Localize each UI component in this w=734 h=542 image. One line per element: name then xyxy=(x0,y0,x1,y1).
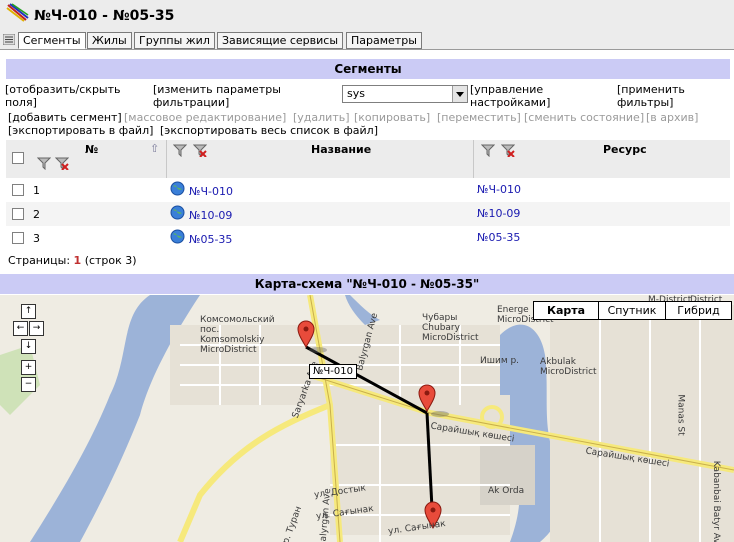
app-logo-icon xyxy=(6,3,29,22)
map-label: Kabanbai Batyr Ave xyxy=(711,460,722,542)
zoom-out-button[interactable]: − xyxy=(21,377,36,392)
bulk-edit-link: [массовое редактирование] xyxy=(124,111,287,124)
map-label: Ak Orda xyxy=(488,486,525,496)
segment-name-link[interactable]: №10-09 xyxy=(189,209,232,222)
tab-segments[interactable]: Сегменты xyxy=(18,32,86,49)
tab-bar: Сегменты Жилы Группы жил Зависящие серви… xyxy=(0,31,734,50)
tab-dependent-services[interactable]: Зависящие сервисы xyxy=(217,32,344,49)
pagination-label: Страницы: xyxy=(8,254,71,267)
row-number: 1 xyxy=(33,184,40,197)
table-header: № ⇧ Название Ресурс xyxy=(6,140,730,178)
globe-icon[interactable] xyxy=(170,229,185,244)
apply-filters-link[interactable]: [применить фильтры] xyxy=(617,83,717,109)
map-label: Akbulak MicroDistrict xyxy=(540,357,597,377)
segment-name-link[interactable]: №05-35 xyxy=(189,233,232,246)
sort-arrow-icon[interactable]: ⇧ xyxy=(150,142,159,155)
column-resource[interactable]: Ресурс xyxy=(603,143,647,156)
archive-link: [в архив] xyxy=(646,111,699,124)
map-type-hybrid[interactable]: Гибрид xyxy=(665,301,732,320)
globe-icon[interactable] xyxy=(170,205,185,220)
section-title: Сегменты xyxy=(6,59,730,79)
menu-icon[interactable] xyxy=(3,34,15,45)
pan-right-button[interactable]: → xyxy=(29,321,44,336)
toggle-fields-link[interactable]: [отобразить/скрыть поля] xyxy=(5,83,145,109)
filter-icon[interactable] xyxy=(173,143,187,157)
clear-filter-icon[interactable] xyxy=(55,156,69,170)
map-type-satellite[interactable]: Спутник xyxy=(598,301,666,320)
map-label: Чубары Chubary MicroDistrict xyxy=(422,313,479,343)
zoom-in-button[interactable]: + xyxy=(21,360,36,375)
chevron-down-icon[interactable] xyxy=(452,86,467,102)
table-row: 3 №05-35 №05-35 xyxy=(6,226,730,250)
export-link[interactable]: [экспортировать в файл] xyxy=(8,124,153,137)
tab-core-groups[interactable]: Группы жил xyxy=(134,32,215,49)
filter-icon[interactable] xyxy=(481,143,495,157)
row-count: (строк 3) xyxy=(84,254,137,267)
resource-link[interactable]: №10-09 xyxy=(477,207,520,220)
map-label: Комсомольский пос. Komsomolskiy MicroDis… xyxy=(200,315,275,355)
export-all-link[interactable]: [экспортировать весь список в файл] xyxy=(160,124,378,137)
select-all-checkbox[interactable] xyxy=(12,152,24,164)
delete-link: [удалить] xyxy=(293,111,350,124)
column-name[interactable]: Название xyxy=(311,143,371,156)
segments-table: № ⇧ Название Ресурс 1 №Ч-010 №Ч-010 2 №1… xyxy=(6,140,730,251)
map-type-map[interactable]: Карта xyxy=(533,301,599,320)
row-number: 2 xyxy=(33,208,40,221)
current-page[interactable]: 1 xyxy=(74,254,82,267)
table-row: 1 №Ч-010 №Ч-010 xyxy=(6,178,730,202)
map-label: Manas St xyxy=(675,394,686,436)
map-label: Ишим р. xyxy=(480,356,520,366)
marker-tooltip: №Ч-010 xyxy=(309,364,357,379)
row-number: 3 xyxy=(33,232,40,245)
row-checkbox[interactable] xyxy=(12,232,24,244)
globe-icon[interactable] xyxy=(170,181,185,196)
table-row: 2 №10-09 №10-09 xyxy=(6,202,730,226)
row-checkbox[interactable] xyxy=(12,184,24,196)
resource-link[interactable]: №05-35 xyxy=(477,231,520,244)
page-title: №Ч-010 - №05-35 xyxy=(34,8,175,24)
filter-select-value: sys xyxy=(347,87,365,100)
clear-filter-icon[interactable] xyxy=(501,143,515,157)
map-title: Карта-схема "№Ч-010 - №05-35" xyxy=(0,274,734,294)
column-num[interactable]: № xyxy=(85,143,98,156)
pagination: Страницы: 1 (строк 3) xyxy=(8,254,137,267)
tab-cores[interactable]: Жилы xyxy=(87,32,132,49)
change-state-link: [сменить состояние] xyxy=(524,111,645,124)
filter-select[interactable]: sys xyxy=(342,85,468,103)
add-segment-link[interactable]: [добавить сегмент] xyxy=(8,111,122,124)
segment-name-link[interactable]: №Ч-010 xyxy=(189,185,233,198)
filter-params-link[interactable]: [изменить параметры фильтрации] xyxy=(153,83,313,109)
filter-icon[interactable] xyxy=(37,156,51,170)
move-link: [переместить] xyxy=(437,111,521,124)
map-view[interactable]: Комсомольский пос. Komsomolskiy MicroDis… xyxy=(0,295,734,542)
tab-parameters[interactable]: Параметры xyxy=(346,32,422,49)
pan-left-button[interactable]: ← xyxy=(13,321,28,336)
pan-up-button[interactable]: ↑ xyxy=(21,304,36,319)
pan-down-button[interactable]: ↓ xyxy=(21,339,36,354)
manage-settings-link[interactable]: [управление настройками] xyxy=(470,83,600,109)
resource-link[interactable]: №Ч-010 xyxy=(477,183,521,196)
copy-link: [копировать] xyxy=(354,111,431,124)
row-checkbox[interactable] xyxy=(12,208,24,220)
title-bar: №Ч-010 - №05-35 xyxy=(0,0,734,31)
clear-filter-icon[interactable] xyxy=(193,143,207,157)
